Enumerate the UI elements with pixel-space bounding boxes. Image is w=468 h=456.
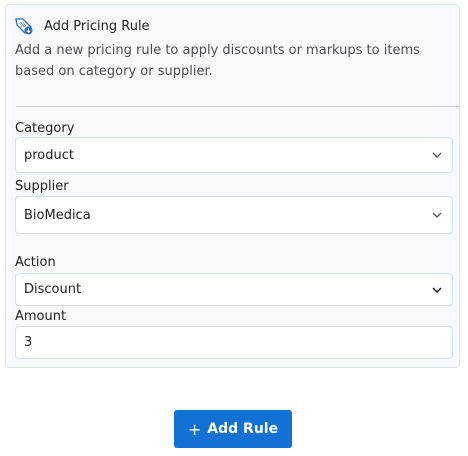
pricing-rule-panel: % Add Pricing Rule Add a new pricing rul… <box>5 4 460 368</box>
plus-icon: + <box>187 419 202 439</box>
add-rule-label: Add Rule <box>207 421 279 437</box>
category-label: Category <box>15 121 75 136</box>
supplier-select[interactable]: BioMedica <box>15 196 453 234</box>
panel-title: Add Pricing Rule <box>44 18 150 34</box>
add-rule-button[interactable]: + Add Rule <box>174 410 292 448</box>
action-label: Action <box>15 255 56 270</box>
panel-header: % Add Pricing Rule <box>13 15 150 37</box>
category-select[interactable]: product <box>15 137 453 173</box>
percent-tag-icon: % <box>13 15 35 37</box>
supplier-value: BioMedica <box>24 207 91 223</box>
divider <box>16 106 459 107</box>
amount-input[interactable] <box>24 335 424 350</box>
amount-field[interactable] <box>15 326 453 359</box>
panel-description: Add a new pricing rule to apply discount… <box>15 43 420 79</box>
svg-text:%: % <box>19 21 26 29</box>
supplier-label: Supplier <box>15 179 69 194</box>
amount-label: Amount <box>15 309 67 324</box>
action-select[interactable]: Discount <box>15 273 453 306</box>
chevron-down-icon <box>430 208 444 222</box>
category-value: product <box>24 147 75 163</box>
action-value: Discount <box>24 282 82 297</box>
chevron-down-icon <box>430 148 444 162</box>
chevron-down-icon <box>430 283 444 297</box>
